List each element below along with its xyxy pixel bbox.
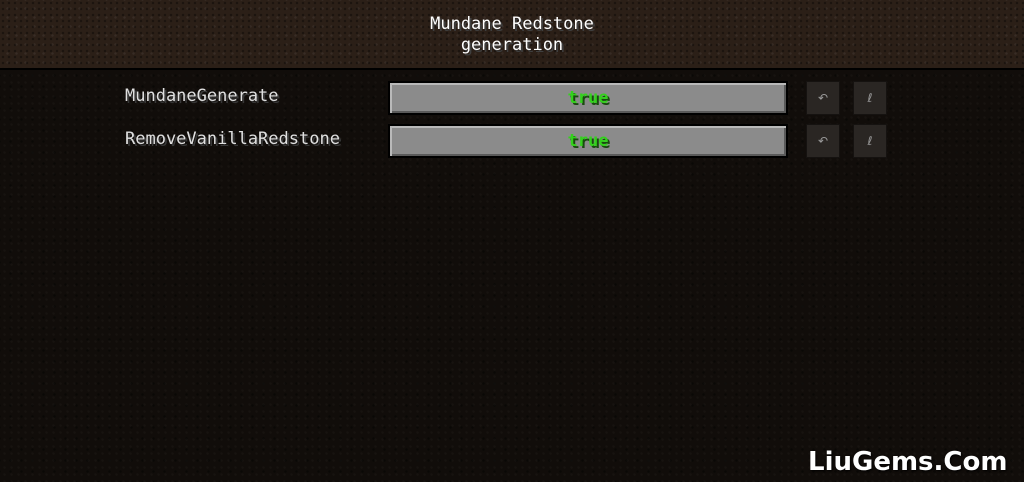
screen-header: Mundane Redstone generation [0,0,1024,70]
undo-button[interactable]: ↶ [806,124,840,158]
undo-icon: ↶ [817,91,829,105]
screen-title: Mundane Redstone generation [430,14,594,55]
undo-icon: ↶ [817,134,829,148]
option-label: MundaneGenerate [125,86,279,106]
config-row-remove-vanilla-redstone: RemoveVanillaRedstone true ↶ ℓ [0,124,1024,160]
option-label: RemoveVanillaRedstone [125,129,340,149]
toggle-value-button[interactable]: true [388,124,788,158]
reset-to-default-icon: ℓ [867,134,873,148]
reset-default-button[interactable]: ℓ [853,81,887,115]
config-row-mundane-generate: MundaneGenerate true ↶ ℓ [0,81,1024,117]
undo-button[interactable]: ↶ [806,81,840,115]
reset-to-default-icon: ℓ [867,91,873,105]
site-watermark: LiuGems.Com [808,447,1008,477]
toggle-value-button[interactable]: true [388,81,788,115]
reset-default-button[interactable]: ℓ [853,124,887,158]
